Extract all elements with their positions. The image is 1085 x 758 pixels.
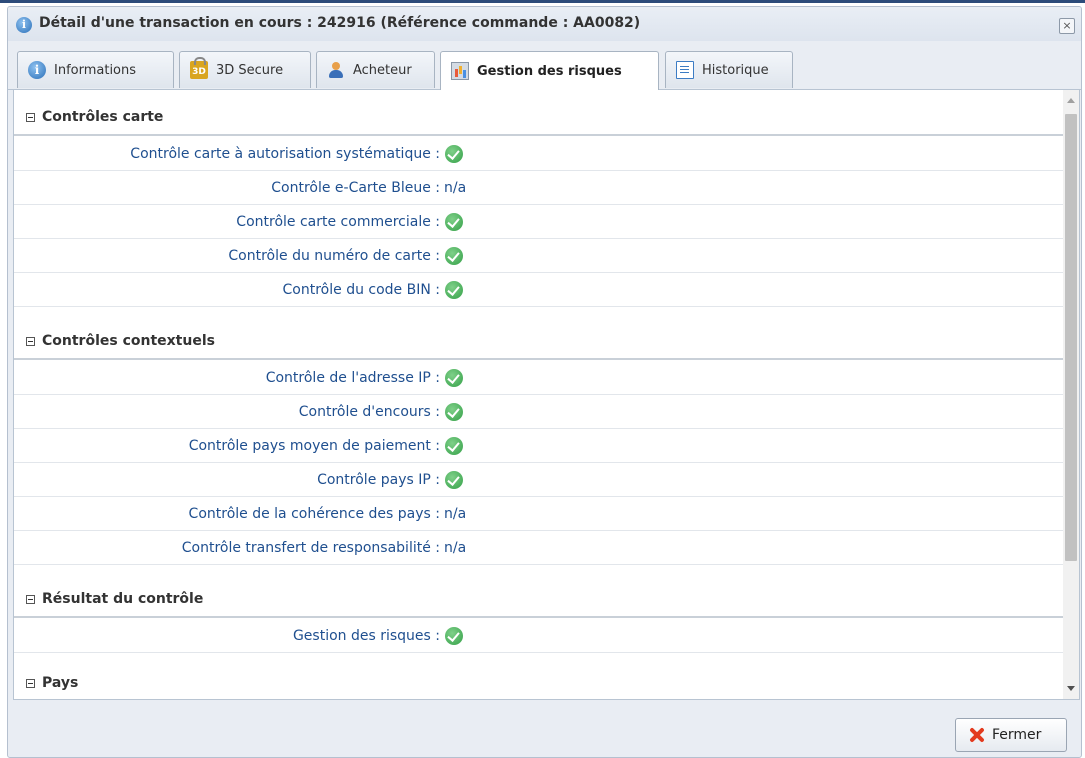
dialog-title: Détail d'une transaction en cours : 2429… [39, 15, 641, 31]
close-button-label: Fermer [992, 727, 1042, 743]
chart-icon [451, 62, 469, 80]
row-label: Contrôle e-Carte Bleue : [271, 180, 440, 196]
table-row: Contrôle e-Carte Bleue : n/a [14, 171, 1063, 205]
tab-bar: i Informations 3D 3D Secure Acheteur Ges… [8, 41, 1081, 90]
info-icon: i [16, 17, 32, 33]
scroll-thumb[interactable] [1065, 114, 1077, 561]
section-title: Contrôles carte [42, 109, 164, 125]
table-row: Contrôle carte à autorisation systématiq… [14, 137, 1063, 171]
row-label: Contrôle du numéro de carte : [228, 248, 440, 264]
row-label: Contrôle pays IP : [317, 472, 440, 488]
section-header-controles-carte[interactable]: Contrôles carte [14, 100, 1063, 136]
tab-gestion-des-risques[interactable]: Gestion des risques [440, 51, 659, 90]
row-label: Contrôle de l'adresse IP : [265, 370, 440, 386]
close-button[interactable]: Fermer [955, 718, 1067, 752]
check-icon [445, 627, 463, 645]
section-header-controles-contextuels[interactable]: Contrôles contextuels [14, 324, 1063, 360]
row-label: Contrôle transfert de responsabilité : [181, 540, 440, 556]
collapse-icon[interactable] [26, 594, 35, 604]
check-icon [445, 247, 463, 265]
row-label: Contrôle d'encours : [298, 404, 440, 420]
tab-label: Gestion des risques [477, 63, 622, 79]
section-header-resultat-du-controle[interactable]: Résultat du contrôle [14, 582, 1063, 618]
section-title: Résultat du contrôle [42, 591, 204, 607]
table-row: Contrôle d'encours : [14, 395, 1063, 429]
tab-label: Informations [54, 62, 137, 78]
top-accent-line [0, 0, 1085, 3]
collapse-icon[interactable] [26, 336, 35, 346]
collapse-icon[interactable] [26, 678, 35, 688]
row-value: n/a [444, 180, 467, 196]
row-value: n/a [444, 540, 467, 556]
table-row: Contrôle du code BIN : [14, 273, 1063, 307]
table-row: Contrôle carte commerciale : [14, 205, 1063, 239]
tab-label: Acheteur [353, 62, 412, 78]
table-row: Contrôle de l'adresse IP : [14, 361, 1063, 395]
section-header-pays[interactable]: Pays [14, 666, 1063, 699]
lock-3d-icon: 3D [190, 57, 208, 79]
dialog-footer: Fermer [8, 700, 1081, 757]
scroll-down-arrow-icon[interactable] [1067, 686, 1075, 691]
check-icon [445, 369, 463, 387]
check-icon [445, 213, 463, 231]
vertical-scrollbar[interactable] [1063, 90, 1079, 699]
row-value: n/a [444, 506, 467, 522]
tab-label: Historique [702, 62, 769, 78]
table-row: Contrôle transfert de responsabilité : n… [14, 531, 1063, 565]
row-label: Gestion des risques : [292, 628, 440, 644]
check-icon [445, 145, 463, 163]
row-label: Contrôle pays moyen de paiement : [188, 438, 440, 454]
check-icon [445, 281, 463, 299]
transaction-detail-dialog: i Détail d'une transaction en cours : 24… [7, 6, 1082, 758]
tab-acheteur[interactable]: Acheteur [316, 51, 435, 88]
table-row: Contrôle pays IP : [14, 463, 1063, 497]
check-icon [445, 437, 463, 455]
document-icon [676, 61, 694, 79]
info-icon: i [28, 61, 46, 79]
section-title: Contrôles contextuels [42, 333, 215, 349]
row-label: Contrôle de la cohérence des pays : [188, 506, 440, 522]
check-icon [445, 403, 463, 421]
check-icon [445, 471, 463, 489]
red-x-icon [968, 726, 986, 744]
section-title: Pays [42, 675, 79, 691]
tab-historique[interactable]: Historique [665, 51, 793, 88]
table-row: Contrôle de la cohérence des pays : n/a [14, 497, 1063, 531]
row-label: Contrôle carte commerciale : [236, 214, 440, 230]
tab-label: 3D Secure [216, 62, 284, 78]
risk-management-panel: Contrôles carte Contrôle carte à autoris… [13, 89, 1080, 700]
collapse-icon[interactable] [26, 112, 35, 122]
close-icon[interactable]: × [1059, 18, 1075, 34]
tab-informations[interactable]: i Informations [17, 51, 174, 88]
table-row: Gestion des risques : [14, 619, 1063, 653]
dialog-titlebar[interactable]: i Détail d'une transaction en cours : 24… [8, 7, 1081, 41]
row-label: Contrôle du code BIN : [282, 282, 440, 298]
table-row: Contrôle du numéro de carte : [14, 239, 1063, 273]
tab-3d-secure[interactable]: 3D 3D Secure [179, 51, 311, 88]
table-row: Contrôle pays moyen de paiement : [14, 429, 1063, 463]
user-icon [327, 61, 345, 79]
row-label: Contrôle carte à autorisation systématiq… [130, 146, 440, 162]
scroll-up-arrow-icon[interactable] [1067, 98, 1075, 103]
